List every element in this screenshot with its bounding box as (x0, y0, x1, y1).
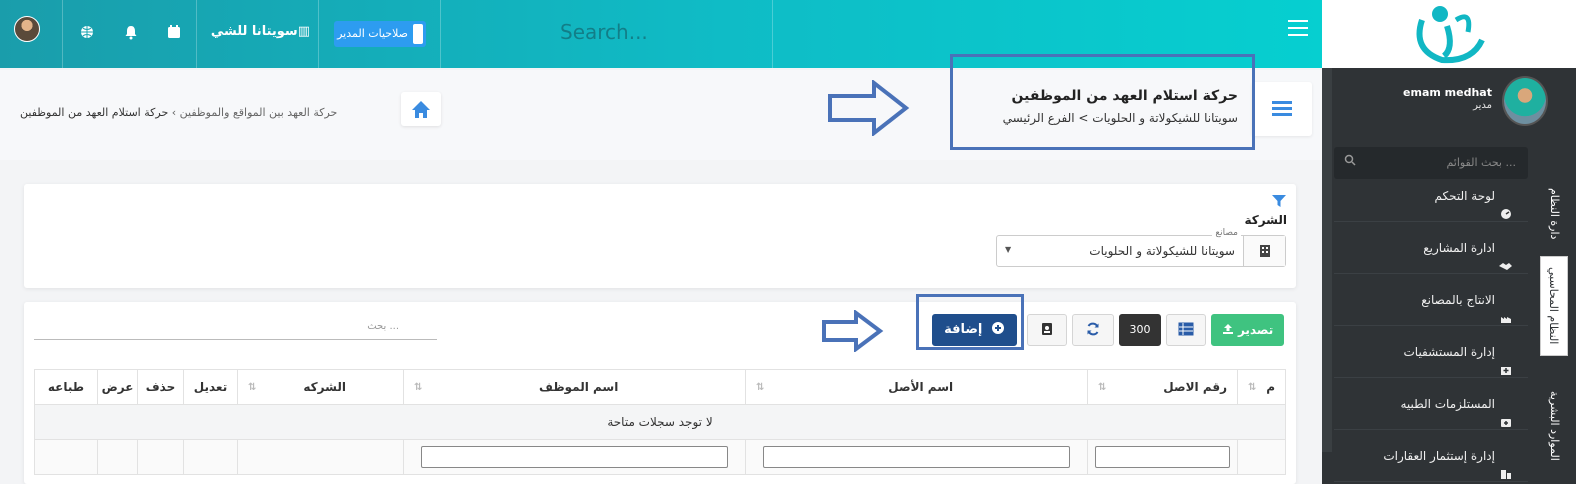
divider (318, 0, 319, 68)
sort-icon: ⇅ (248, 381, 257, 393)
sidebar-vertical-tabs: دارة النظام النظام المحاسبي الموارد البش… (1540, 180, 1570, 484)
contact-card-icon (1042, 323, 1052, 335)
annotation-highlight-box (950, 54, 1255, 150)
table-search-input[interactable]: بحث ... (34, 316, 437, 340)
factory-icon (1500, 294, 1512, 323)
column-header: عرض (97, 369, 138, 405)
asset-name-filter-input[interactable] (763, 446, 1070, 468)
sort-icon: ⇅ (1098, 381, 1107, 393)
sort-icon: ⇅ (1248, 381, 1257, 393)
company-filter-label: الشركة (1244, 213, 1287, 227)
breadcrumb-current: حركة استلام العهد من الموظفين (20, 106, 169, 119)
upload-icon (1222, 324, 1233, 334)
hospital-icon (1500, 346, 1512, 375)
calendar-icon[interactable] (166, 24, 182, 40)
filter-icon[interactable] (1272, 195, 1286, 207)
sort-icon: ⇅ (756, 381, 765, 393)
column-view-button[interactable] (1166, 314, 1206, 346)
asset-number-filter-input[interactable] (1095, 446, 1230, 468)
user-name: emam medhat (1403, 86, 1492, 99)
globe-icon[interactable] (79, 24, 95, 40)
sidebar-item-medical-supplies[interactable]: المستلزمات الطبيه (1334, 378, 1528, 430)
annotation-arrow-icon (822, 310, 884, 352)
column-header: حذف (137, 369, 184, 405)
bell-icon[interactable] (123, 24, 139, 40)
hamburger-menu-icon[interactable] (1288, 20, 1308, 36)
sidebar-item-hospitals[interactable]: إدارة المستشفيات (1334, 326, 1528, 378)
column-filter-row (34, 439, 1286, 475)
handshake-icon (1499, 242, 1512, 270)
sidebar-item-factories[interactable]: الانتاج بالمصانع (1334, 274, 1528, 326)
table-list-icon (1178, 322, 1194, 336)
dashboard-icon (1500, 190, 1512, 219)
divider (196, 0, 197, 68)
column-header[interactable]: رقم الاصل ⇅ (1087, 369, 1238, 405)
company-switcher[interactable]: ▥سويتانا للشي... (210, 24, 310, 39)
building-icon (1260, 245, 1270, 257)
column-header: تعديل (183, 369, 238, 405)
company-select[interactable]: مصانع سويتانا للشيكولاتة و الحلويات ▼ (996, 228, 1286, 267)
tab-human-resources[interactable]: الموارد البشرية (1540, 376, 1568, 476)
column-header[interactable]: اسم الأصل ⇅ (745, 369, 1088, 405)
sidebar-item-dashboard[interactable]: لوحة التحكم (1334, 170, 1528, 222)
home-icon (412, 101, 430, 118)
user-role: مدير (1473, 100, 1492, 111)
page-size-button[interactable]: 300 (1119, 314, 1161, 346)
top-search-input[interactable]: Search... (560, 20, 740, 44)
top-user-avatar[interactable] (14, 16, 40, 42)
data-table: م ⇅ رقم الاصل ⇅ اسم الأصل ⇅ اسم الموظف ⇅ الش… (34, 369, 1286, 475)
column-header[interactable]: م ⇅ (1237, 369, 1286, 405)
app-logo[interactable] (1322, 0, 1576, 68)
manager-permissions-toggle[interactable]: صلاحيات المدير (334, 21, 426, 47)
table-row: لا توجد سجلات متاحة (34, 404, 1286, 440)
divider (62, 0, 63, 68)
contact-card-button[interactable] (1027, 314, 1067, 346)
toggle-knob (413, 24, 423, 44)
column-header: طباعه (34, 369, 98, 405)
employee-name-filter-input[interactable] (421, 446, 728, 468)
sidebar-scrollbar[interactable] (1322, 68, 1332, 452)
medkit-icon (1500, 398, 1512, 427)
sort-icon: ⇅ (414, 381, 423, 393)
search-icon (1344, 154, 1356, 169)
buildings-icon (1500, 450, 1512, 479)
building-icon: ▥ (297, 24, 310, 39)
home-button[interactable] (401, 92, 441, 126)
annotation-highlight-box (916, 294, 1024, 350)
annotation-arrow-icon (828, 80, 910, 136)
sidebar-item-projects[interactable]: ادارة المشاريع (1334, 222, 1528, 274)
page-menu-button[interactable] (1252, 82, 1312, 136)
list-icon (1272, 101, 1292, 119)
sidebar-item-real-estate[interactable]: إدارة إستثمار العقارات (1334, 430, 1528, 482)
export-button[interactable]: تصدير (1211, 314, 1284, 346)
select-prefix (1243, 236, 1285, 266)
tab-system-admin[interactable]: دارة النظام (1540, 180, 1568, 248)
column-header[interactable]: الشركه ⇅ (237, 369, 404, 405)
user-avatar[interactable] (1502, 76, 1548, 126)
select-float-label: مصانع (1212, 228, 1241, 238)
refresh-icon (1087, 322, 1099, 336)
refresh-button[interactable] (1072, 314, 1114, 346)
select-value: سويتانا للشيكولاتة و الحلويات (1089, 244, 1235, 258)
table-header-row: م ⇅ رقم الاصل ⇅ اسم الأصل ⇅ اسم الموظف ⇅ الش… (34, 369, 1286, 405)
tab-accounting[interactable]: النظام المحاسبي (1540, 256, 1568, 356)
chevron-icon: › (168, 106, 177, 119)
breadcrumb: حركة العهد بين المواقع والموظفين › حركة … (20, 106, 396, 119)
divider (772, 0, 773, 68)
breadcrumb-item[interactable]: حركة العهد بين المواقع والموظفين (180, 106, 338, 119)
empty-message: لا توجد سجلات متاحة (34, 404, 1286, 440)
column-header[interactable]: اسم الموظف ⇅ (403, 369, 746, 405)
divider (440, 0, 441, 68)
caret-down-icon: ▼ (1005, 245, 1012, 254)
